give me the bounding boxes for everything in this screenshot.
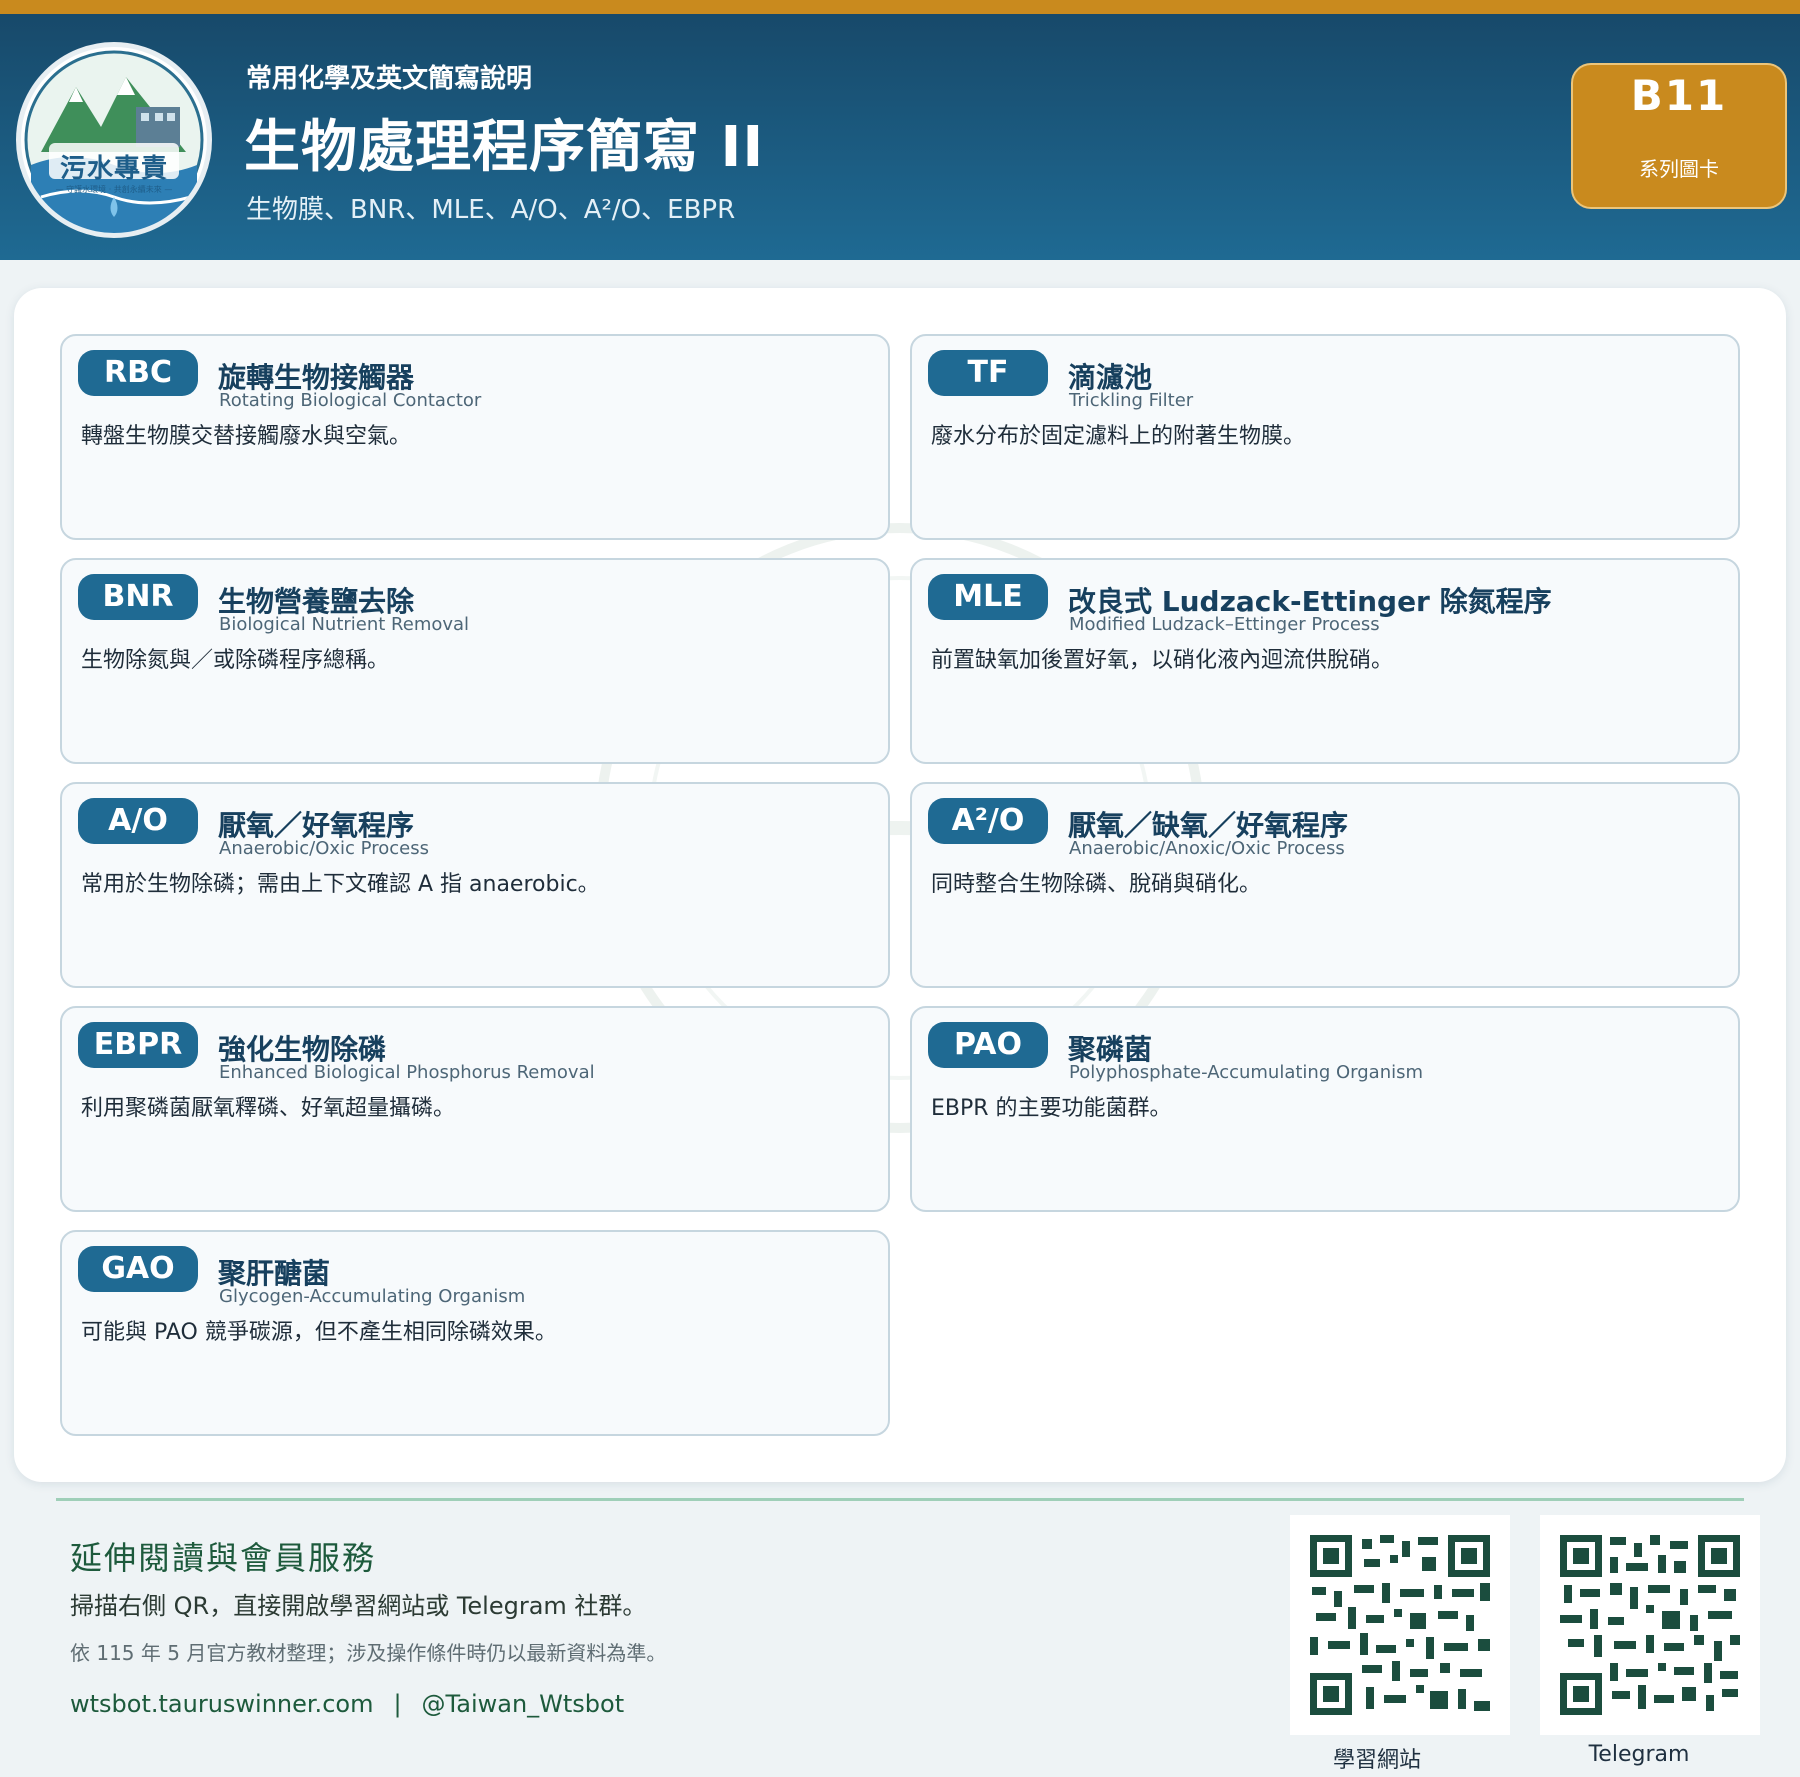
abbr-card-ao: A/O 厭氧／好氧程序 Anaerobic/Oxic Process 常用於生物…	[60, 782, 890, 988]
card-title-en: Biological Nutrient Removal	[219, 614, 470, 635]
abbr-card-mle: MLE 改良式 Ludzack-Ettinger 除氮程序 Modified L…	[910, 558, 1740, 764]
abbr-card-pao: PAO 聚磷菌 Polyphosphate-Accumulating Organ…	[910, 1006, 1740, 1212]
logo-text: 污水專責	[59, 154, 168, 184]
qr-site-caption: 學習網站	[1332, 1748, 1421, 1773]
abbr-card-gao: GAO 聚肝醣菌 Glycogen-Accumulating Organism …	[60, 1230, 890, 1436]
card-title-en: Modified Ludzack–Ettinger Process	[1069, 614, 1380, 635]
abbr-pill: EBPR	[78, 1022, 198, 1068]
card-title-en: Anaerobic/Oxic Process	[219, 838, 429, 859]
logo-tagline: — 守護水環境 · 共創永續未來 —	[55, 185, 173, 194]
card-description: 利用聚磷菌厭氧釋磷、好氧超量攝磷。	[81, 1096, 456, 1121]
qr-site-icon	[1310, 1535, 1490, 1715]
top-accent-bar	[0, 0, 1800, 14]
logo: 污水專責 — 守護水環境 · 共創永續未來 —	[16, 42, 212, 238]
card-title-en: Rotating Biological Contactor	[219, 390, 482, 411]
qr-telegram-icon	[1560, 1535, 1740, 1715]
abbr-pill: GAO	[78, 1246, 198, 1292]
footer-links: wtsbot.tauruswinner.com | @Taiwan_Wtsbot	[70, 1690, 624, 1718]
footer-divider	[56, 1498, 1744, 1501]
abbr-pill: BNR	[78, 574, 198, 620]
card-description: EBPR 的主要功能菌群。	[931, 1096, 1172, 1121]
page-subtitle: 生物膜、BNR、MLE、A/O、A²/O、EBPR	[246, 195, 736, 225]
card-description: 同時整合生物除磷、脫硝與硝化。	[931, 872, 1262, 897]
footer-note: 依 115 年 5 月官方教材整理；涉及操作條件時仍以最新資料為準。	[70, 1641, 667, 1665]
footer-heading: 延伸閱讀與會員服務	[70, 1539, 377, 1577]
card-description: 前置缺氧加後置好氧，以硝化液內迴流供脫硝。	[931, 648, 1394, 673]
page-title: 生物處理程序簡寫 II	[244, 115, 765, 180]
abbr-card-a2o: A²/O 厭氧／缺氧／好氧程序 Anaerobic/Anoxic/Oxic Pr…	[910, 782, 1740, 988]
series-badge: B11 系列圖卡	[1571, 63, 1787, 209]
abbr-pill: A²/O	[928, 798, 1048, 844]
card-description: 廢水分布於固定濾料上的附著生物膜。	[931, 424, 1306, 449]
content-panel: RBC 旋轉生物接觸器 Rotating Biological Contacto…	[14, 288, 1786, 1482]
abbr-card-tf: TF 滴濾池 Trickling Filter 廢水分布於固定濾料上的附著生物膜…	[910, 334, 1740, 540]
card-description: 轉盤生物膜交替接觸廢水與空氣。	[81, 424, 412, 449]
card-title-en: Enhanced Biological Phosphorus Removal	[219, 1062, 595, 1083]
badge-label: 系列圖卡	[1639, 157, 1719, 181]
telegram-link[interactable]: @Taiwan_Wtsbot	[422, 1690, 625, 1718]
card-description: 可能與 PAO 競爭碳源，但不產生相同除磷效果。	[81, 1320, 557, 1345]
abbr-pill: A/O	[78, 798, 198, 844]
footer-instruction: 掃描右側 QR，直接開啟學習網站或 Telegram 社群。	[70, 1592, 647, 1620]
link-separator: |	[393, 1690, 402, 1718]
header: 污水專責 — 守護水環境 · 共創永續未來 — 常用化學及英文簡寫說明 生物處理…	[0, 14, 1800, 260]
abbr-pill: PAO	[928, 1022, 1048, 1068]
badge-code: B11	[1630, 71, 1728, 120]
abbr-pill: RBC	[78, 350, 198, 396]
logo-emblem-icon	[24, 50, 204, 233]
site-link[interactable]: wtsbot.tauruswinner.com	[70, 1690, 373, 1718]
abbr-pill: TF	[928, 350, 1048, 396]
abbr-card-rbc: RBC 旋轉生物接觸器 Rotating Biological Contacto…	[60, 334, 890, 540]
qr-code-telegram[interactable]	[1540, 1515, 1760, 1735]
card-description: 生物除氮與／或除磷程序總稱。	[81, 648, 390, 673]
card-title-en: Polyphosphate-Accumulating Organism	[1069, 1062, 1424, 1083]
abbr-pill: MLE	[928, 574, 1048, 620]
abbr-card-bnr: BNR 生物營養鹽去除 Biological Nutrient Removal …	[60, 558, 890, 764]
page-kicker: 常用化學及英文簡寫說明	[246, 64, 533, 94]
card-title-en: Trickling Filter	[1069, 390, 1194, 411]
abbr-card-ebpr: EBPR 強化生物除磷 Enhanced Biological Phosphor…	[60, 1006, 890, 1212]
card-title-en: Glycogen-Accumulating Organism	[219, 1286, 526, 1307]
qr-telegram-caption: Telegram	[1588, 1742, 1690, 1767]
qr-code-site[interactable]	[1290, 1515, 1510, 1735]
card-description: 常用於生物除磷；需由上下文確認 A 指 anaerobic。	[81, 872, 600, 897]
card-title-en: Anaerobic/Anoxic/Oxic Process	[1069, 838, 1345, 859]
